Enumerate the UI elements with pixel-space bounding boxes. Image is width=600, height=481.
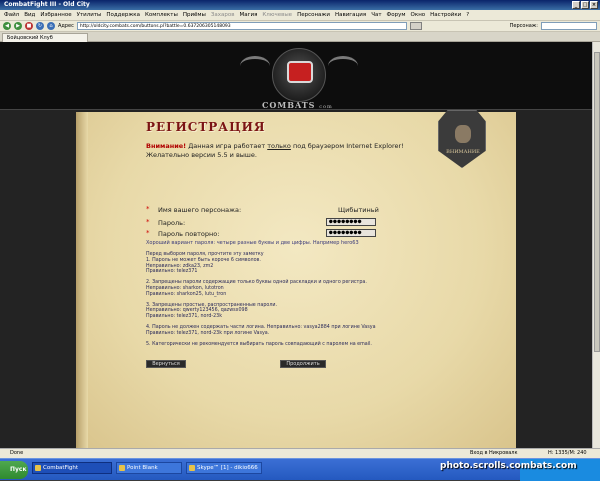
required-marker: * — [146, 205, 150, 213]
rule-paragraph: 2. Запрещены пароли содержащие только бу… — [146, 280, 466, 297]
name-value: Щибытиньй — [338, 206, 379, 214]
menu-item[interactable]: Утилиты — [77, 10, 102, 20]
page-viewport: COMBATS com РЕГИСТРАЦИЯ Внимание! Данная… — [0, 42, 592, 448]
back-button[interactable]: Вернуться — [146, 360, 186, 368]
tab-bar: Бойцовский Клуб — [0, 32, 600, 42]
forward-icon[interactable]: ▶ — [14, 22, 22, 30]
person-select[interactable] — [541, 22, 597, 30]
rule-line: Правильно: sharkon25, lutu_tron — [146, 291, 227, 297]
address-input[interactable]: http://oldcity.combats.com/buttons.pl?ba… — [76, 22, 407, 30]
menu-item[interactable]: Избранное — [40, 10, 71, 20]
browser-warning: Внимание! Данная игра работает только по… — [146, 142, 404, 159]
menu-bar: Файл Вид Избранное Утилиты Поддержка Комплект… — [0, 10, 600, 21]
menu-item[interactable]: Персонажи — [297, 10, 330, 20]
menu-item[interactable]: Приёмы — [183, 10, 206, 20]
rule-line: Правильно: telez371, nord-23k — [146, 314, 223, 320]
menu-item[interactable]: Форум — [387, 10, 406, 20]
stop-icon[interactable]: ■ — [25, 22, 33, 30]
menu-item[interactable]: Навигация — [335, 10, 366, 20]
menu-item[interactable]: Настройки — [430, 10, 461, 20]
toolbar: ◀ ▶ ■ ↻ ⌂ Адрес http://oldcity.combats.c… — [0, 21, 600, 32]
wing-left-icon — [240, 56, 270, 76]
taskbar-item[interactable]: Point Blank — [116, 462, 182, 474]
rule-paragraph: 4. Пароль не должен содержать части логи… — [146, 325, 466, 337]
required-marker: * — [146, 218, 150, 226]
go-button[interactable] — [409, 22, 422, 30]
menu-item[interactable]: ? — [466, 10, 469, 20]
wing-right-icon — [328, 56, 358, 76]
menu-item[interactable]: Комплекты — [145, 10, 178, 20]
menu-item[interactable]: Файл — [4, 10, 19, 20]
password-repeat-input[interactable]: ●●●●●●●● — [326, 229, 376, 237]
window-titlebar: CombatFight III - Old City _ □ × — [0, 0, 600, 10]
status-zone: Вход в Никровалк — [470, 450, 518, 456]
status-bar: Done Вход в Никровалк H: 1335/M: 240 — [0, 448, 600, 458]
page-title: РЕГИСТРАЦИЯ — [146, 120, 266, 134]
password-rules: Перед выбором пароля, прочтите эту замет… — [146, 252, 466, 352]
rule-paragraph: 3. Запрещены простые, распространенные п… — [146, 303, 466, 320]
logo-icon — [272, 48, 326, 102]
menu-item[interactable]: Ключевые — [262, 10, 292, 20]
menu-item[interactable]: Захаров — [211, 10, 235, 20]
home-icon[interactable]: ⌂ — [47, 22, 55, 30]
site-header: COMBATS com — [0, 42, 592, 110]
watermark: photo.scrolls.combats.com — [440, 461, 577, 471]
name-label: Имя вашего персонажа: — [158, 206, 242, 214]
start-button[interactable]: Пуск — [0, 461, 28, 479]
address-label: Адрес — [58, 23, 74, 29]
password-repeat-label: Пароль повторно: — [158, 230, 220, 238]
menu-item[interactable]: Окно — [411, 10, 426, 20]
warrior-icon — [455, 125, 471, 143]
back-icon[interactable]: ◀ — [3, 22, 11, 30]
rule-paragraph: Перед выбором пароля, прочтите эту замет… — [146, 252, 466, 275]
menu-item[interactable]: Чат — [371, 10, 381, 20]
brand-text: COMBATS com — [262, 100, 333, 110]
status-hp: H: 1335/M: 240 — [548, 450, 587, 456]
password-label: Пароль: — [158, 219, 186, 227]
taskbar-item[interactable]: CombatFight — [32, 462, 112, 474]
vertical-scrollbar[interactable] — [592, 42, 600, 448]
password-input[interactable]: ●●●●●●●● — [326, 218, 376, 226]
minimize-button[interactable]: _ — [572, 1, 580, 9]
status-text: Done — [10, 450, 24, 456]
app-icon — [119, 465, 125, 471]
rule-line: Правильно: telez371, nord-23k при логине… — [146, 330, 270, 336]
continue-button[interactable]: Продолжить — [280, 360, 326, 368]
refresh-icon[interactable]: ↻ — [36, 22, 44, 30]
person-label: Персонаж: — [509, 23, 538, 29]
rule-line: 5. Категорически не рекомендуется выбира… — [146, 341, 372, 347]
taskbar-item[interactable]: Skype™ [1] - dikio666 — [186, 462, 262, 474]
menu-item[interactable]: Магия — [240, 10, 258, 20]
app-icon — [35, 465, 41, 471]
skype-icon — [189, 465, 195, 471]
tab-combat-club[interactable]: Бойцовский Клуб — [2, 33, 88, 42]
window-title: CombatFight III - Old City — [4, 1, 90, 8]
rule-paragraph: 5. Категорически не рекомендуется выбира… — [146, 342, 466, 348]
menu-item[interactable]: Вид — [24, 10, 35, 20]
password-hint: Хороший вариант пароля: четыре разные бу… — [146, 240, 359, 246]
maximize-button[interactable]: □ — [581, 1, 589, 9]
required-marker: * — [146, 229, 150, 237]
menu-item[interactable]: Поддержка — [106, 10, 140, 20]
close-button[interactable]: × — [590, 1, 598, 9]
registration-panel: РЕГИСТРАЦИЯ Внимание! Данная игра работа… — [76, 112, 516, 448]
rule-line: Правильно: telez371 — [146, 269, 198, 275]
